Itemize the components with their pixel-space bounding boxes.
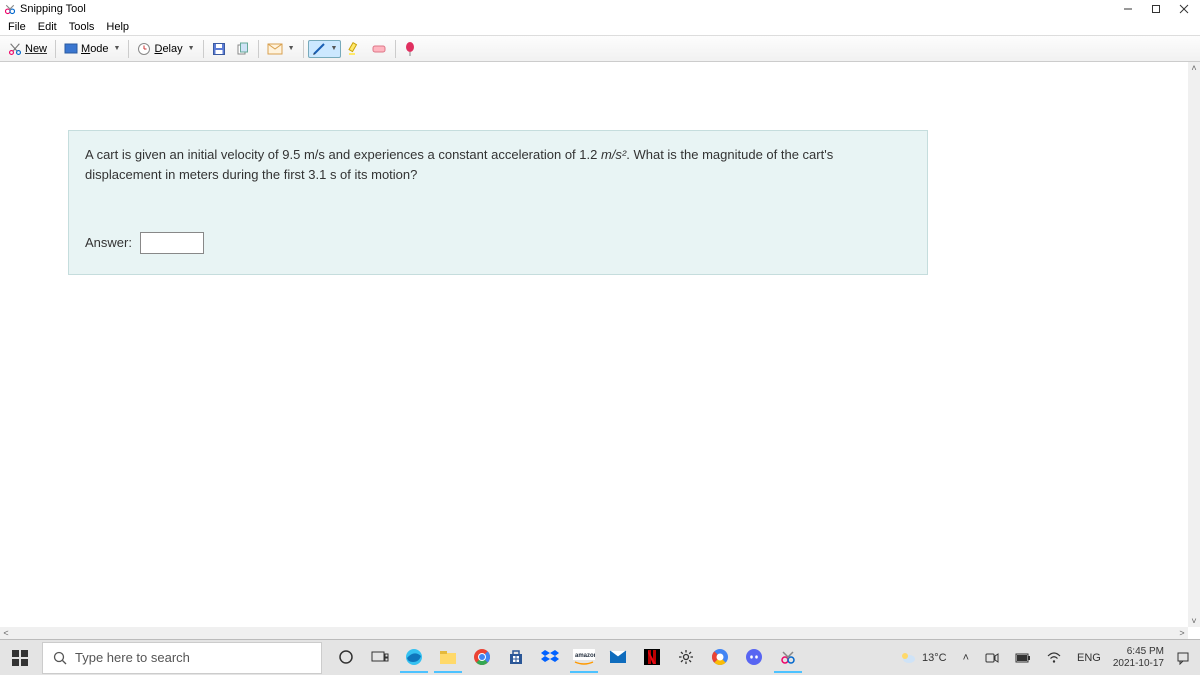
mode-icon [64,43,78,55]
chevron-down-icon: ▼ [331,45,338,52]
pen-icon [312,42,326,56]
mail-icon[interactable] [604,643,632,673]
system-tray: 13°C ˄ ENG 6:45 PM 2021-10-17 [896,646,1200,670]
weather-widget[interactable]: 13°C [896,651,951,665]
discord-icon[interactable] [740,643,768,673]
menu-bar: File Edit Tools Help [0,18,1200,36]
title-left: Snipping Tool [4,3,86,15]
answer-input[interactable] [140,232,204,254]
separator [203,40,204,58]
vertical-scrollbar[interactable]: ˄ ˅ [1188,62,1200,627]
save-icon [212,42,226,56]
menu-help[interactable]: Help [100,19,135,35]
settings-icon[interactable] [672,643,700,673]
separator [128,40,129,58]
separator [395,40,396,58]
tray-chevron[interactable]: ˄ [959,652,973,664]
task-icons: amazon [332,643,802,673]
search-placeholder: Type here to search [75,650,190,665]
taskbar: Type here to search amazon 13°C ˄ ENG 6:… [0,639,1200,675]
new-button[interactable]: New [4,40,51,58]
weather-text: 13°C [922,652,947,664]
cortana-icon[interactable] [332,643,360,673]
snipping-tool-icon [4,3,16,15]
balloon-icon [404,42,416,56]
language-indicator[interactable]: ENG [1073,652,1105,664]
highlighter-button[interactable] [343,40,365,58]
scroll-right-button[interactable]: ˃ [1176,627,1188,639]
file-explorer-icon[interactable] [434,643,462,673]
maximize-button[interactable] [1142,1,1170,17]
store-icon[interactable] [502,643,530,673]
delay-button[interactable]: Delay ▼ [133,40,198,58]
chrome-icon[interactable] [468,643,496,673]
weather-icon [900,651,916,665]
battery-icon[interactable] [1011,653,1035,663]
browser-icon[interactable] [706,643,734,673]
search-box[interactable]: Type here to search [42,642,322,674]
new-label: New [25,43,47,55]
separator [303,40,304,58]
delay-label: Delay [154,43,182,55]
balloon-button[interactable] [400,40,420,58]
search-icon [53,651,67,665]
scissors-icon [8,42,22,56]
edge-icon[interactable] [400,643,428,673]
answer-row: Answer: [85,232,911,254]
title-bar: Snipping Tool [0,0,1200,18]
menu-tools[interactable]: Tools [63,19,101,35]
canvas-area: A cart is given an initial velocity of 9… [0,62,1188,627]
mode-button[interactable]: Mode ▼ [60,41,124,57]
horizontal-scrollbar[interactable]: ˂ ˃ [0,627,1188,639]
menu-file[interactable]: File [2,19,32,35]
svg-text:amazon: amazon [575,653,595,659]
mode-label: Mode [81,43,109,55]
eraser-icon [371,43,387,55]
menu-edit[interactable]: Edit [32,19,63,35]
clock-icon [137,42,151,56]
start-button[interactable] [0,640,40,676]
scroll-down-button[interactable]: ˅ [1188,615,1200,627]
save-button[interactable] [208,40,230,58]
netflix-icon[interactable] [638,643,666,673]
question-card: A cart is given an initial velocity of 9… [68,130,928,275]
eraser-button[interactable] [367,41,391,57]
pen-button[interactable]: ▼ [308,40,342,58]
answer-label: Answer: [85,233,132,253]
chevron-down-icon: ▼ [114,45,121,52]
meet-now-icon[interactable] [981,652,1003,664]
dropbox-icon[interactable] [536,643,564,673]
amazon-icon[interactable]: amazon [570,643,598,673]
copy-icon [236,42,250,56]
toolbar: New Mode ▼ Delay ▼ ▼ ▼ [0,36,1200,62]
minimize-button[interactable] [1114,1,1142,17]
task-view-icon[interactable] [366,643,394,673]
separator [55,40,56,58]
notifications-icon[interactable] [1172,651,1194,665]
wifi-icon[interactable] [1043,652,1065,664]
separator [258,40,259,58]
copy-button[interactable] [232,40,254,58]
question-unit: m/s² [601,147,626,162]
send-button[interactable]: ▼ [263,41,299,57]
window-title: Snipping Tool [20,3,86,15]
question-text-a: A cart is given an initial velocity of 9… [85,147,601,162]
close-button[interactable] [1170,1,1198,17]
question-text: A cart is given an initial velocity of 9… [85,145,911,184]
window-controls [1114,1,1198,17]
clock[interactable]: 6:45 PM 2021-10-17 [1113,646,1164,670]
chevron-down-icon: ▼ [188,45,195,52]
envelope-icon [267,43,283,55]
highlighter-icon [347,42,361,56]
time-text: 6:45 PM [1127,646,1164,658]
scroll-up-button[interactable]: ˄ [1188,62,1200,74]
scroll-left-button[interactable]: ˂ [0,627,12,639]
windows-icon [12,650,28,666]
date-text: 2021-10-17 [1113,658,1164,670]
snipping-tool-taskbar-icon[interactable] [774,643,802,673]
chevron-down-icon: ▼ [288,45,295,52]
